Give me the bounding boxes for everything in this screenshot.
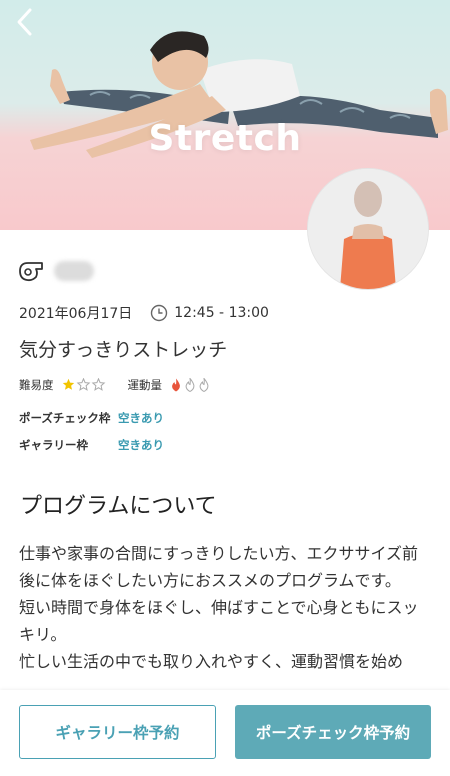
program-title: 気分すっきりストレッチ (19, 339, 228, 361)
gallery-slot-label: ギャラリー枠 (19, 438, 88, 452)
lesson-date: 2021年06月17日 (19, 306, 133, 322)
chevron-left-icon (17, 8, 32, 36)
whistle-icon (19, 262, 43, 282)
flame-empty-icon (185, 378, 195, 392)
back-button[interactable] (10, 6, 40, 38)
intensity-label: 運動量 (127, 378, 163, 392)
instructor-avatar[interactable] (308, 169, 428, 289)
instructor-row: 講師 (18, 256, 94, 286)
schedule-row: 2021年06月17日 12:45 - 13:00 (19, 303, 269, 323)
difficulty-label: 難易度 (19, 378, 54, 392)
instructor-name[interactable]: 講師 (54, 261, 94, 281)
gallery-slot-status: 空きあり (118, 438, 164, 452)
lesson-time-wrap: 12:45 - 13:00 (150, 304, 269, 322)
intensity-flames (172, 378, 209, 392)
rating-row: 難易度 運動量 (19, 377, 214, 393)
gallery-reserve-button[interactable]: ギャラリー枠予約 (19, 705, 216, 759)
flame-filled-icon (172, 378, 180, 392)
star-empty-icon (91, 378, 105, 391)
about-heading: プログラムについて (20, 494, 217, 519)
action-bar: ギャラリー枠予約 ポーズチェック枠予約 (0, 690, 450, 776)
gallery-slot-row: ギャラリー枠 空きあり (19, 437, 164, 453)
pose-check-reserve-button[interactable]: ポーズチェック枠予約 (235, 705, 431, 759)
instructor-photo (308, 169, 428, 289)
pose-slot-status: 空きあり (118, 411, 164, 425)
lesson-time: 12:45 - 13:00 (174, 305, 269, 321)
pose-slot-row: ポーズチェック枠 空きあり (19, 410, 164, 426)
pose-slot-label: ポーズチェック枠 (19, 411, 111, 425)
program-category-title: Stretch (148, 118, 302, 159)
star-empty-icon (76, 378, 90, 391)
about-text: 仕事や家事の合間にすっきりしたい方、エクササイズ前後に体をほぐしたい方におススメ… (19, 544, 419, 671)
clock-icon (151, 304, 168, 322)
flame-empty-icon (199, 378, 209, 392)
star-filled-icon (62, 378, 74, 390)
difficulty-stars (62, 378, 105, 391)
